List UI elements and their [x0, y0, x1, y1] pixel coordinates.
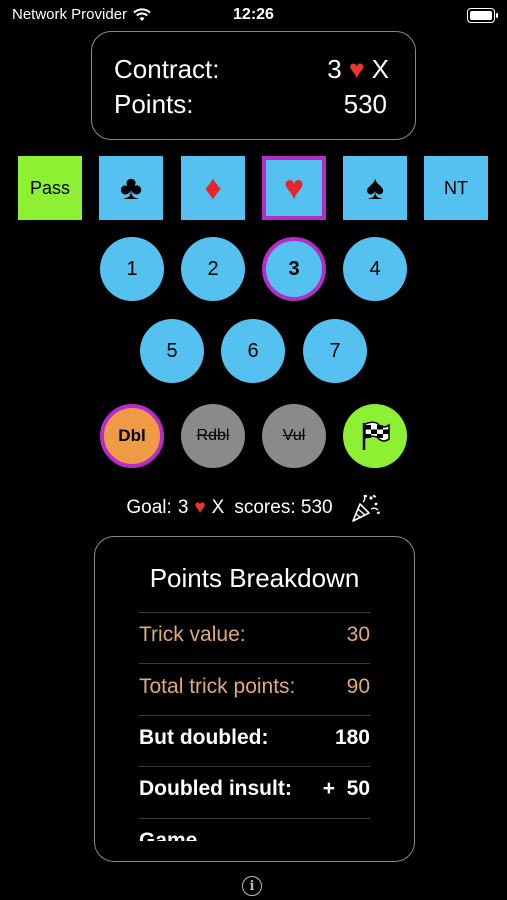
- battery-icon: [467, 8, 498, 23]
- breakdown-title: Points Breakdown: [149, 563, 360, 593]
- goal-double: X: [211, 497, 225, 518]
- status-time: 12:26: [233, 6, 274, 23]
- divider: [139, 612, 370, 613]
- row-label: Total trick points:: [139, 675, 296, 698]
- breakdown-row-total-trick-points: Total trick points: 90: [139, 673, 370, 701]
- breakdown-row-but-doubled: But doubled: 180: [139, 724, 370, 752]
- level-6-button[interactable]: 6: [221, 319, 285, 383]
- goal-summary: Goal: 3 ♥ X scores: 530: [0, 492, 507, 524]
- row-value: + 50: [322, 777, 370, 800]
- party-popper-icon: [351, 494, 380, 522]
- hearts-button[interactable]: ♥: [262, 156, 326, 220]
- spades-button[interactable]: ♠: [343, 156, 407, 220]
- contract-panel: Contract: 3 ♥ X Points: 530: [91, 31, 416, 140]
- divider: [139, 715, 370, 716]
- contract-label: Contract:: [114, 54, 220, 84]
- row-value: 90: [346, 675, 370, 698]
- breakdown-row-trick-value: Trick value: 30: [139, 621, 370, 649]
- row-label: Trick value:: [139, 623, 246, 646]
- divider: [139, 818, 370, 819]
- row-label: But doubled:: [139, 726, 269, 749]
- level-3-button[interactable]: 3: [262, 237, 326, 301]
- divider: [139, 663, 370, 664]
- contract-double: X: [371, 54, 389, 84]
- points-label: Points:: [114, 89, 194, 119]
- points-value: 530: [343, 89, 387, 119]
- heart-icon: ♥: [348, 54, 365, 84]
- vulnerable-button[interactable]: Vul: [262, 404, 326, 468]
- row-value: 30: [346, 623, 370, 646]
- goal-label: Goal:: [126, 497, 172, 518]
- breakdown-row-game: Game: [139, 827, 370, 852]
- pass-button[interactable]: Pass: [18, 156, 82, 220]
- notrump-button[interactable]: NT: [424, 156, 488, 220]
- divider: [139, 766, 370, 767]
- diamonds-button[interactable]: ♦: [181, 156, 245, 220]
- finish-flag-button[interactable]: [343, 404, 407, 468]
- level-7-button[interactable]: 7: [303, 319, 367, 383]
- spade-icon: ♠: [365, 168, 385, 207]
- level-4-button[interactable]: 4: [343, 237, 407, 301]
- clubs-button[interactable]: ♣: [99, 156, 163, 220]
- breakdown-row-doubled-insult: Doubled insult: + 50: [139, 775, 370, 803]
- row-label: Game: [139, 829, 198, 852]
- level-2-button[interactable]: 2: [181, 237, 245, 301]
- goal-scores: scores: 530: [234, 497, 333, 518]
- goal-level: 3: [177, 497, 189, 518]
- points-breakdown-panel[interactable]: Points Breakdown Trick value: 30 Total t…: [94, 536, 415, 862]
- contract-level: 3: [327, 54, 342, 84]
- heart-icon: ♥: [194, 497, 206, 518]
- redouble-button[interactable]: Rdbl: [181, 404, 245, 468]
- checkered-flag-icon: [362, 421, 390, 450]
- double-button[interactable]: Dbl: [100, 404, 164, 468]
- level-5-button[interactable]: 5: [140, 319, 204, 383]
- heart-icon: ♥: [283, 168, 305, 207]
- club-icon: ♣: [119, 168, 143, 207]
- row-label: Doubled insult:: [139, 777, 292, 800]
- diamond-icon: ♦: [204, 168, 222, 207]
- contract-value: 3 ♥ X: [327, 54, 389, 85]
- row-value: 180: [334, 726, 370, 749]
- info-icon[interactable]: i: [242, 876, 262, 896]
- level-1-button[interactable]: 1: [100, 237, 164, 301]
